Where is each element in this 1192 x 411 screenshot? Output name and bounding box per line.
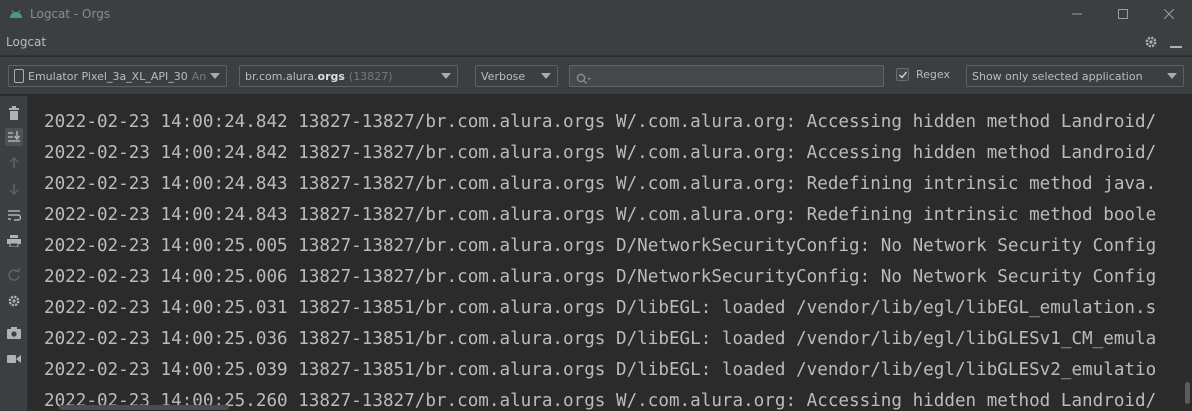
log-line: 2022-02-23 14:00:24.842 13827-13827/br.c…: [44, 143, 1157, 163]
filter-value: Show only selected application: [972, 69, 1143, 83]
regex-toggle[interactable]: Regex: [896, 68, 950, 81]
gear-icon: [8, 295, 20, 307]
log-line: 2022-02-23 14:00:25.005 13827-13827/br.c…: [44, 236, 1157, 256]
minimize-panel-icon: [1170, 46, 1182, 48]
screenshot-button[interactable]: [5, 324, 23, 342]
window-title: Logcat - Orgs: [30, 7, 111, 21]
phone-icon: [14, 69, 24, 83]
minimize-button[interactable]: [1054, 0, 1100, 28]
filter-selector[interactable]: Show only selected application: [966, 65, 1184, 87]
down-button[interactable]: [5, 180, 23, 198]
search-input[interactable]: [569, 65, 884, 87]
logcat-toolbar: Emulator Pixel_3a_XL_API_30 An br.com.al…: [0, 57, 1192, 95]
chevron-down-icon: [441, 73, 451, 79]
process-package-prefix: br.com.alura.: [245, 69, 318, 83]
panel-header: Logcat: [0, 28, 1192, 56]
log-level-selector[interactable]: Verbose: [475, 65, 558, 87]
maximize-icon: [1118, 9, 1128, 19]
log-level-value: Verbose: [481, 69, 526, 83]
close-icon: [1164, 9, 1174, 19]
screen-record-button[interactable]: [5, 350, 23, 368]
print-icon: [7, 235, 21, 247]
logcat-settings-button[interactable]: [5, 292, 23, 310]
up-button[interactable]: [5, 154, 23, 172]
log-line: 2022-02-23 14:00:25.039 13827-13851/br.c…: [44, 360, 1157, 380]
logcat-side-toolbar: [0, 96, 28, 411]
device-suffix: An: [191, 69, 207, 83]
log-line: 2022-02-23 14:00:25.031 13827-13851/br.c…: [44, 298, 1157, 318]
up-arrow-icon: [9, 157, 19, 168]
search-icon: [576, 70, 592, 89]
horizontal-scrollbar[interactable]: [59, 405, 229, 410]
logcat-output[interactable]: 2022-02-23 14:00:24.842 13827-13827/br.c…: [29, 96, 1192, 411]
scroll-to-end-button[interactable]: [5, 128, 23, 146]
soft-wrap-button[interactable]: [5, 206, 23, 224]
panel-hide-button[interactable]: [1170, 34, 1182, 53]
device-label: Emulator Pixel_3a_XL_API_30: [28, 69, 188, 83]
panel-settings-button[interactable]: [1144, 34, 1158, 53]
android-studio-icon: [9, 9, 23, 19]
scroll-to-end-icon: [8, 131, 21, 142]
restart-icon: [8, 268, 20, 281]
screenshot-icon: [7, 327, 21, 339]
process-pid: (13827): [348, 69, 393, 83]
chevron-down-icon: [541, 73, 551, 79]
minimize-icon: [1072, 13, 1082, 15]
log-line: 2022-02-23 14:00:25.036 13827-13851/br.c…: [44, 329, 1157, 349]
down-arrow-icon: [9, 184, 19, 195]
gear-icon: [1145, 36, 1157, 48]
vertical-scrollbar[interactable]: [1185, 382, 1190, 404]
close-button[interactable]: [1146, 0, 1192, 28]
device-selector[interactable]: Emulator Pixel_3a_XL_API_30 An: [8, 65, 227, 87]
print-button[interactable]: [5, 232, 23, 250]
chevron-down-icon: [210, 73, 220, 79]
panel-title: Logcat: [6, 34, 47, 49]
chevron-down-icon: [1167, 73, 1177, 79]
checkmark-icon: [898, 71, 908, 79]
screen-record-icon: [7, 355, 21, 363]
log-line: 2022-02-23 14:00:24.842 13827-13827/br.c…: [44, 112, 1157, 132]
log-line: 2022-02-23 14:00:25.006 13827-13827/br.c…: [44, 267, 1157, 287]
clear-logcat-button[interactable]: [5, 104, 23, 122]
regex-label: Regex: [916, 68, 950, 81]
soft-wrap-icon: [8, 210, 21, 221]
window-title-bar: Logcat - Orgs: [0, 0, 1192, 28]
process-selector[interactable]: br.com.alura. orgs (13827): [239, 65, 458, 87]
trash-icon: [9, 106, 19, 120]
log-line: 2022-02-23 14:00:24.843 13827-13827/br.c…: [44, 205, 1157, 225]
restart-button[interactable]: [5, 266, 23, 284]
regex-checkbox[interactable]: [896, 68, 909, 81]
maximize-button[interactable]: [1100, 0, 1146, 28]
log-line: 2022-02-23 14:00:24.843 13827-13827/br.c…: [44, 174, 1157, 194]
process-package-name: orgs: [317, 69, 345, 83]
